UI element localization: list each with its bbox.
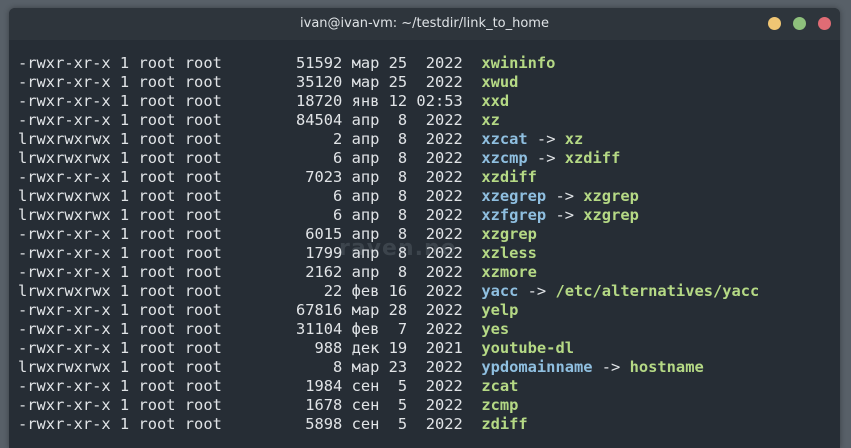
file-metadata: -rwxr-xr-x 1 root root 1799 апр 8 2022 bbox=[18, 244, 482, 262]
title-bar[interactable]: ivan@ivan-vm: ~/testdir/link_to_home bbox=[9, 8, 840, 40]
file-name: xzegrep bbox=[481, 187, 547, 205]
file-metadata: -rwxr-xr-x 1 root root 1984 сен 5 2022 bbox=[18, 377, 482, 395]
listing-row: -rwxr-xr-x 1 root root 2162 апр 8 2022 x… bbox=[18, 263, 537, 282]
listing-row: lrwxrwxrwx 1 root root 6 апр 8 2022 xzfg… bbox=[18, 206, 639, 225]
maximize-button[interactable] bbox=[793, 17, 806, 30]
symlink-arrow: -> bbox=[527, 149, 565, 167]
symlink-target: xzgrep bbox=[583, 206, 639, 224]
listing-row: lrwxrwxrwx 1 root root 2 апр 8 2022 xzca… bbox=[18, 130, 583, 149]
file-metadata: lrwxrwxrwx 1 root root 6 апр 8 2022 bbox=[18, 187, 482, 205]
file-name: xzmore bbox=[481, 263, 537, 281]
file-metadata: -rwxr-xr-x 1 root root 5898 сен 5 2022 bbox=[18, 415, 482, 433]
symlink-target: xz bbox=[564, 130, 584, 148]
terminal-output[interactable]: raven.ne -rwxr-xr-x 1 root root 51592 ма… bbox=[9, 40, 840, 448]
file-name: yelp bbox=[481, 301, 519, 319]
window-title: ivan@ivan-vm: ~/testdir/link_to_home bbox=[300, 16, 549, 31]
symlink-arrow: -> bbox=[546, 206, 584, 224]
file-name: xzgrep bbox=[481, 225, 537, 243]
symlink-arrow: -> bbox=[518, 282, 556, 300]
file-metadata: -rwxr-xr-x 1 root root 67816 мар 28 2022 bbox=[18, 301, 482, 319]
file-metadata: -rwxr-xr-x 1 root root 31104 фев 7 2022 bbox=[18, 320, 482, 338]
file-name: xwud bbox=[481, 73, 519, 91]
file-metadata: lrwxrwxrwx 1 root root 2 апр 8 2022 bbox=[18, 130, 482, 148]
listing-row: -rwxr-xr-x 1 root root 35120 мар 25 2022… bbox=[18, 73, 518, 92]
listing-row: lrwxrwxrwx 1 root root 8 мар 23 2022 ypd… bbox=[18, 358, 704, 377]
listing-row: -rwxr-xr-x 1 root root 7023 апр 8 2022 x… bbox=[18, 168, 537, 187]
listing-row: -rwxr-xr-x 1 root root 6015 апр 8 2022 x… bbox=[18, 225, 537, 244]
file-metadata: lrwxrwxrwx 1 root root 22 фев 16 2022 bbox=[18, 282, 482, 300]
minimize-button[interactable] bbox=[768, 17, 781, 30]
listing-row: -rwxr-xr-x 1 root root 84504 апр 8 2022 … bbox=[18, 111, 500, 130]
symlink-target: /etc/alternatives/yacc bbox=[555, 282, 760, 300]
listing-row: -rwxr-xr-x 1 root root 31104 фев 7 2022 … bbox=[18, 320, 509, 339]
listing-row: lrwxrwxrwx 1 root root 6 апр 8 2022 xzcm… bbox=[18, 149, 620, 168]
file-name: xxd bbox=[481, 92, 510, 110]
file-name: xzless bbox=[481, 244, 537, 262]
file-metadata: -rwxr-xr-x 1 root root 1678 сен 5 2022 bbox=[18, 396, 482, 414]
symlink-arrow: -> bbox=[592, 358, 630, 376]
file-metadata: lrwxrwxrwx 1 root root 6 апр 8 2022 bbox=[18, 206, 482, 224]
symlink-target: hostname bbox=[629, 358, 704, 376]
file-name: yes bbox=[481, 320, 510, 338]
file-name: xwininfo bbox=[481, 54, 556, 72]
file-name: xz bbox=[481, 111, 500, 129]
file-name: xzfgrep bbox=[481, 206, 547, 224]
listing-row: -rwxr-xr-x 1 root root 1678 сен 5 2022 z… bbox=[18, 396, 518, 415]
listing-row: -rwxr-xr-x 1 root root 5898 сен 5 2022 z… bbox=[18, 415, 528, 434]
file-metadata: -rwxr-xr-x 1 root root 2162 апр 8 2022 bbox=[18, 263, 482, 281]
listing-row: -rwxr-xr-x 1 root root 67816 мар 28 2022… bbox=[18, 301, 518, 320]
file-name: xzcat bbox=[481, 130, 528, 148]
listing-row: lrwxrwxrwx 1 root root 6 апр 8 2022 xzeg… bbox=[18, 187, 639, 206]
file-metadata: lrwxrwxrwx 1 root root 8 мар 23 2022 bbox=[18, 358, 482, 376]
file-metadata: -rwxr-xr-x 1 root root 18720 янв 12 02:5… bbox=[18, 92, 482, 110]
file-metadata: -rwxr-xr-x 1 root root 84504 апр 8 2022 bbox=[18, 111, 482, 129]
file-name: zdiff bbox=[481, 415, 528, 433]
symlink-target: xzdiff bbox=[564, 149, 621, 167]
file-metadata: -rwxr-xr-x 1 root root 35120 мар 25 2022 bbox=[18, 73, 482, 91]
listing-row: -rwxr-xr-x 1 root root 1799 апр 8 2022 x… bbox=[18, 244, 537, 263]
file-metadata: lrwxrwxrwx 1 root root 6 апр 8 2022 bbox=[18, 149, 482, 167]
listing-row: -rwxr-xr-x 1 root root 51592 мар 25 2022… bbox=[18, 54, 555, 73]
listing-row: lrwxrwxrwx 1 root root 22 фев 16 2022 ya… bbox=[18, 282, 759, 301]
file-metadata: -rwxr-xr-x 1 root root 6015 апр 8 2022 bbox=[18, 225, 482, 243]
file-name: xzdiff bbox=[481, 168, 537, 186]
symlink-target: xzgrep bbox=[583, 187, 639, 205]
file-metadata: -rwxr-xr-x 1 root root 7023 апр 8 2022 bbox=[18, 168, 482, 186]
symlink-arrow: -> bbox=[527, 130, 565, 148]
file-name: yacc bbox=[481, 282, 519, 300]
listing-row: -rwxr-xr-x 1 root root 988 дек 19 2021 y… bbox=[18, 339, 574, 358]
listing-row: -rwxr-xr-x 1 root root 18720 янв 12 02:5… bbox=[18, 92, 509, 111]
file-name: ypdomainname bbox=[481, 358, 593, 376]
listing-row: -rwxr-xr-x 1 root root 1984 сен 5 2022 z… bbox=[18, 377, 518, 396]
close-button[interactable] bbox=[818, 17, 831, 30]
file-metadata: -rwxr-xr-x 1 root root 988 дек 19 2021 bbox=[18, 339, 482, 357]
terminal-window: ivan@ivan-vm: ~/testdir/link_to_home rav… bbox=[9, 8, 840, 448]
file-name: zcat bbox=[481, 377, 519, 395]
file-name: zcmp bbox=[481, 396, 519, 414]
file-name: xzcmp bbox=[481, 149, 528, 167]
file-metadata: -rwxr-xr-x 1 root root 51592 мар 25 2022 bbox=[18, 54, 482, 72]
file-name: youtube-dl bbox=[481, 339, 574, 357]
symlink-arrow: -> bbox=[546, 187, 584, 205]
